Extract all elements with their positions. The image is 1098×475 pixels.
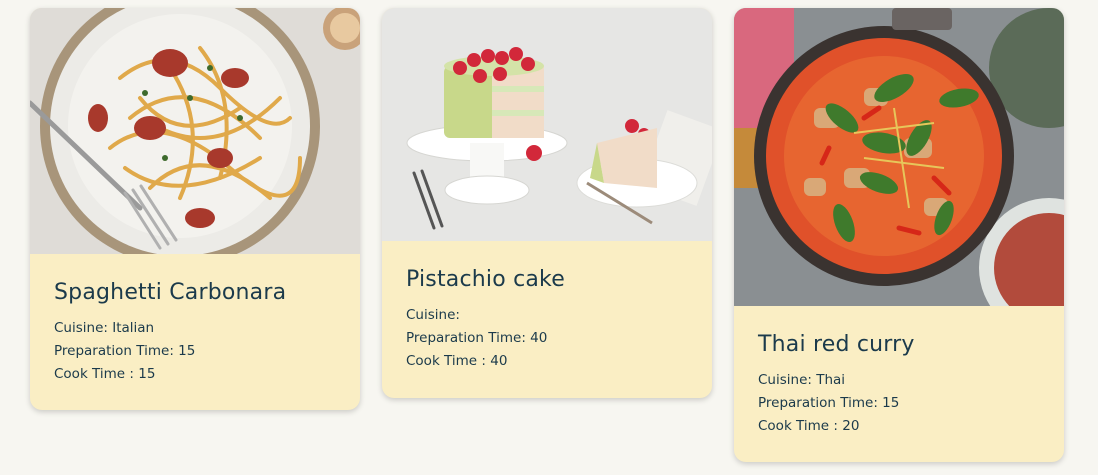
recipe-card-pistachio-cake[interactable]: Pistachio cake Cuisine: Preparation Time… xyxy=(382,8,712,398)
recipe-image-spaghetti-carbonara[interactable] xyxy=(30,8,360,254)
recipe-title[interactable]: Thai red curry xyxy=(758,332,1040,357)
recipe-title[interactable]: Pistachio cake xyxy=(406,267,688,292)
recipe-image-thai-red-curry[interactable] xyxy=(734,8,1064,306)
recipe-cook-time: Cook Time : 40 xyxy=(406,353,508,369)
recipe-title[interactable]: Spaghetti Carbonara xyxy=(54,280,336,305)
recipe-card-spaghetti-carbonara[interactable]: Spaghetti Carbonara Cuisine: Italian Pre… xyxy=(30,8,360,410)
recipe-card-thai-red-curry[interactable]: Thai red curry Cuisine: Thai Preparation… xyxy=(734,8,1064,462)
recipe-card-body: Spaghetti Carbonara Cuisine: Italian Pre… xyxy=(30,254,360,410)
recipe-cuisine: Cuisine: xyxy=(406,307,460,323)
recipe-prep-time: Preparation Time: 15 xyxy=(54,343,196,359)
recipe-cook-time: Cook Time : 15 xyxy=(54,366,156,382)
recipe-prep-time: Preparation Time: 40 xyxy=(406,330,548,346)
recipe-card-body: Thai red curry Cuisine: Thai Preparation… xyxy=(734,306,1064,462)
recipe-prep-time: Preparation Time: 15 xyxy=(758,395,900,411)
recipe-cuisine: Cuisine: Thai xyxy=(758,372,846,388)
recipe-card-body: Pistachio cake Cuisine: Preparation Time… xyxy=(382,241,712,398)
recipe-grid: Spaghetti Carbonara Cuisine: Italian Pre… xyxy=(0,0,1098,475)
recipe-cuisine: Cuisine: Italian xyxy=(54,320,155,336)
recipe-image-pistachio-cake[interactable] xyxy=(382,8,712,241)
recipe-cook-time: Cook Time : 20 xyxy=(758,418,860,434)
